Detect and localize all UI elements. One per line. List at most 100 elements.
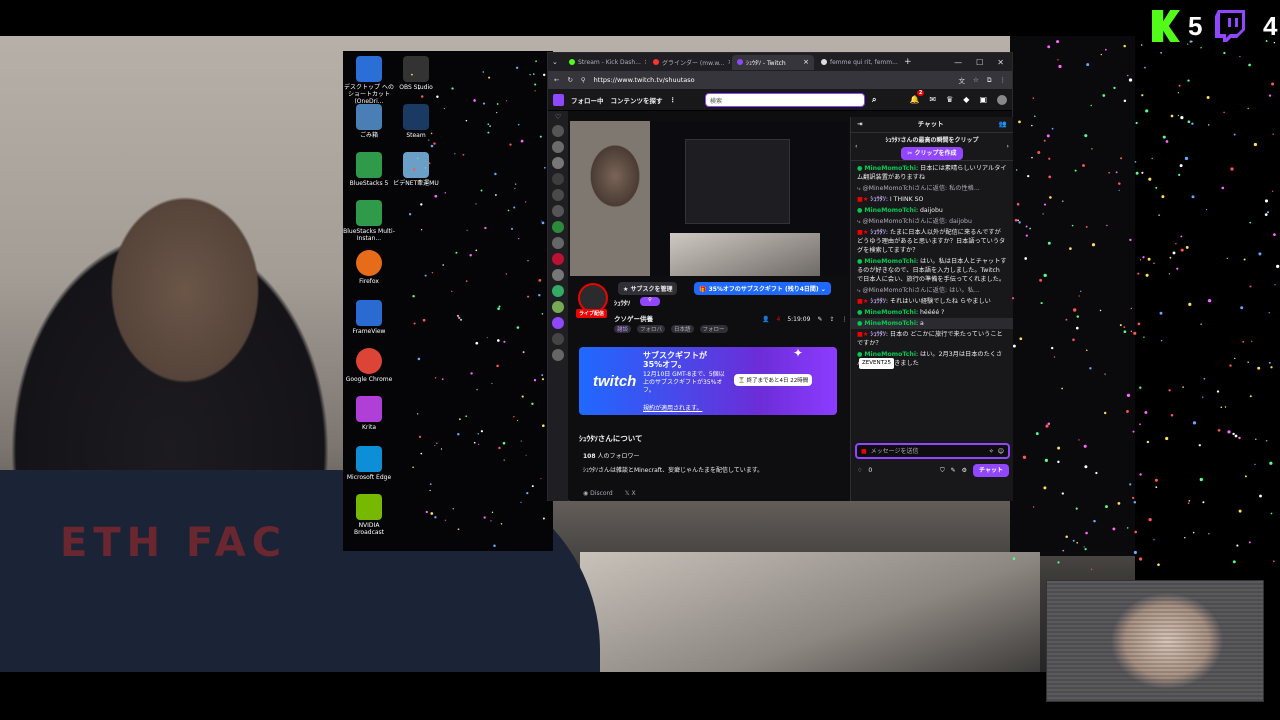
inbox-icon[interactable]: ✉	[929, 95, 936, 104]
discord-link[interactable]: ◉ Discord	[583, 490, 613, 497]
desktop-icon[interactable]: Steam	[390, 104, 442, 139]
tab-youtube[interactable]: グラインダー (mw.w...×	[648, 55, 730, 70]
video-player[interactable]	[570, 121, 848, 276]
desktop-icon[interactable]: FrameView	[343, 300, 395, 335]
chat-username[interactable]: MineMomoTchi	[864, 207, 916, 214]
chevron-right-icon[interactable]: ›	[1007, 142, 1009, 151]
chat-username[interactable]: ｼｭｳﾀｿ	[870, 298, 885, 305]
emote-picker-icon[interactable]: ☺	[998, 447, 1004, 456]
close-icon[interactable]: ×	[803, 58, 809, 66]
x-link[interactable]: 𝕏 X	[625, 490, 636, 497]
tab-menu-icon[interactable]: ⌄	[552, 58, 562, 66]
sidebar-channel-avatar[interactable]	[552, 221, 564, 233]
search-icon[interactable]: ⌕	[872, 95, 876, 105]
desktop-icon[interactable]: Google Chrome	[343, 348, 395, 383]
channel-display-name[interactable]: ｼｭｳﾀｿ	[614, 297, 630, 307]
tab-kick[interactable]: Stream - Kick Dash...×	[564, 55, 646, 70]
manage-sub-button[interactable]: ★ サブスクを管理	[618, 282, 678, 295]
sidebar-channel-avatar[interactable]	[552, 333, 564, 345]
window-close-icon[interactable]: ✕	[997, 58, 1004, 67]
back-icon[interactable]: ←	[554, 76, 559, 84]
star-particle	[1159, 311, 1163, 315]
sidebar-channel-avatar[interactable]	[552, 237, 564, 249]
sidebar-channel-avatar[interactable]	[552, 301, 564, 313]
url-field[interactable]: https://www.twitch.tv/shuutaso	[594, 76, 951, 84]
bookmark-star-icon[interactable]: ☆	[973, 76, 979, 84]
chat-input[interactable]: ■ メッセージを送信 ✧ ☺	[855, 443, 1010, 459]
sidebar-channel-avatar[interactable]	[552, 141, 564, 153]
send-chat-button[interactable]: チャット	[973, 463, 1009, 477]
sidebar-channel-avatar[interactable]	[552, 269, 564, 281]
desktop-icon[interactable]: OBS Studio	[390, 56, 442, 91]
chat-username[interactable]: ｼｭｳﾀｿ	[870, 229, 885, 236]
chat-username[interactable]: MineMomoTchi	[864, 165, 916, 172]
tag-chip[interactable]: フォロー	[699, 325, 728, 333]
sidebar-channel-avatar[interactable]	[552, 349, 564, 361]
user-avatar[interactable]	[997, 94, 1007, 105]
gift-promo-terms-link[interactable]: 規約が適用されます。	[643, 403, 702, 412]
desktop-icon[interactable]: ごみ箱	[343, 104, 395, 139]
channel-points-icon[interactable]: ♢	[857, 466, 862, 475]
settings-gear-icon[interactable]: ⚙	[962, 466, 967, 475]
desktop-icon[interactable]: Krita	[343, 396, 395, 431]
chat-username[interactable]: MineMomoTchi	[864, 258, 916, 265]
site-info-icon[interactable]: ⚲	[581, 76, 586, 84]
more-options-icon[interactable]: ⋮	[842, 316, 848, 323]
tab-twitch[interactable]: ｼｭｳﾀｿ - Twitch ×	[732, 54, 814, 70]
new-tab-icon[interactable]: +	[900, 57, 916, 67]
desktop-icon[interactable]: BlueStacks 5	[343, 152, 395, 187]
reload-icon[interactable]: ↻	[567, 76, 572, 84]
chat-username[interactable]: MineMomoTchi	[864, 309, 916, 316]
chevron-left-icon[interactable]: ‹	[855, 142, 857, 151]
sidebar-channel-avatar[interactable]	[552, 189, 564, 201]
minimize-icon[interactable]: —	[954, 58, 962, 67]
chat-users-icon[interactable]: 👥	[999, 120, 1007, 129]
more-icon[interactable]: ⋮	[670, 96, 677, 104]
collapse-sidebar-icon[interactable]: ♡	[548, 113, 568, 121]
prime-icon[interactable]: ▣	[979, 95, 987, 104]
sidebar-channel-avatar[interactable]	[552, 125, 564, 137]
bits-icon[interactable]: ◆	[963, 95, 969, 104]
menu-dots-icon[interactable]: ⋮	[1000, 76, 1007, 84]
chat-username[interactable]: ｼｭｳﾀｿ	[870, 331, 885, 338]
desktop-icon[interactable]: ビデNET牽運MU	[390, 152, 442, 187]
chat-username[interactable]: ｼｭｳﾀｿ	[870, 196, 885, 203]
nav-following[interactable]: フォロー中	[571, 95, 604, 105]
desktop-icon[interactable]: Microsoft Edge	[343, 446, 395, 481]
edit-icon[interactable]: ✎	[817, 316, 822, 323]
sidebar-channel-avatar[interactable]	[552, 285, 564, 297]
tag-chip[interactable]: 日本語	[671, 325, 694, 333]
tab-other[interactable]: femme qui rit, femm...×	[816, 55, 898, 70]
tag-chip[interactable]: 雑談	[614, 325, 632, 333]
sidebar-channel-avatar[interactable]	[552, 173, 564, 185]
shield-icon[interactable]: ⛉	[940, 466, 945, 475]
sidebar-channel-avatar[interactable]	[552, 317, 564, 329]
sidebar-channel-avatar[interactable]	[552, 253, 564, 265]
desktop-icon[interactable]: NVIDIA Broadcast	[343, 494, 395, 536]
maximize-icon[interactable]: ☐	[976, 58, 983, 67]
clip-create-button[interactable]: ✂ クリップを作成	[901, 147, 963, 160]
close-icon[interactable]: ×	[644, 58, 646, 66]
twitch-logo-icon[interactable]	[553, 93, 564, 106]
sidebar-channel-avatar[interactable]	[552, 157, 564, 169]
tag-chip[interactable]: フォロバ	[637, 325, 666, 333]
nav-browse[interactable]: コンテンツを探す	[611, 95, 663, 105]
chat-username[interactable]: MineMomoTchi	[864, 351, 916, 358]
close-icon[interactable]: ×	[727, 58, 730, 66]
sidebar-channel-avatar[interactable]	[552, 205, 564, 217]
translate-icon[interactable]: 文	[959, 75, 966, 85]
desktop-icon[interactable]: Firefox	[343, 250, 395, 285]
search-input[interactable]: 検索	[705, 92, 865, 107]
bits-cheer-icon[interactable]: ✧	[989, 447, 994, 456]
notifications-icon[interactable]: 🔔 2	[909, 90, 925, 104]
share-icon[interactable]: ⇪	[829, 316, 834, 323]
chat-username[interactable]: MineMomoTchi	[864, 320, 916, 327]
extensions-icon[interactable]: ⧉	[987, 76, 992, 85]
mod-tools-icon[interactable]: ✎	[951, 466, 956, 475]
gift-sub-offer-button[interactable]: 🎁 35%オフのサブスクギフト (残り4日間) ⌄	[694, 282, 831, 295]
desktop-icon[interactable]: BlueStacks Multi-Instan...	[343, 200, 395, 242]
crown-icon[interactable]: ♛	[946, 95, 953, 104]
desktop-icon[interactable]: デスクトップ へのショートカット (OneDri...	[343, 56, 395, 105]
collapse-chat-icon[interactable]: ⇥	[857, 120, 862, 129]
channel-points-count: 0	[868, 466, 873, 474]
